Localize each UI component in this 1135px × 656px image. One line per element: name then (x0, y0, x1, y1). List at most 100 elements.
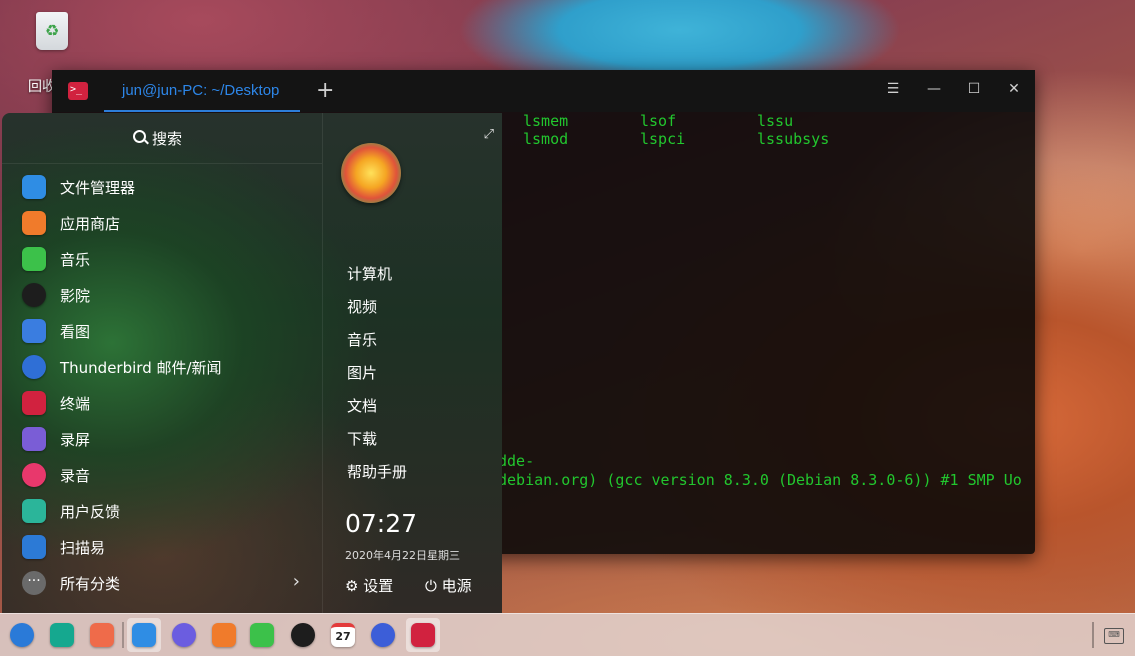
fullscreen-icon[interactable]: ⤢ (484, 127, 494, 142)
show-desktop-icon (90, 623, 114, 647)
command-name: lsof (640, 112, 677, 130)
command-name: lspci (640, 130, 686, 148)
app-item-app-store[interactable]: 应用商店 (2, 205, 322, 241)
voice-recorder-icon (22, 463, 46, 487)
avatar[interactable] (341, 143, 401, 203)
dock-item-file-manager[interactable] (127, 618, 161, 652)
command-name: lssubsys (757, 130, 830, 148)
app-label: 影院 (60, 287, 91, 305)
dock-item-show-desktop[interactable] (85, 618, 119, 652)
start-menu: 搜索 文件管理器 应用商店 音乐 影院 看图 Thunderbird 邮件/新闻… (2, 113, 502, 613)
maximize-icon[interactable]: ☐ (964, 81, 984, 97)
app-item-image-viewer[interactable]: 看图 (2, 313, 322, 349)
clock-date: 2020年4月22日星期三 (345, 549, 460, 562)
dock-item-app-store[interactable] (207, 618, 241, 652)
desktop: ♻ 回收站 >_ jun@jun-PC: ~/Desktop + ☰ — ☐ ✕… (0, 0, 1135, 656)
terminal-tab[interactable]: jun@jun-PC: ~/Desktop (104, 70, 300, 112)
app-item-voice-recorder[interactable]: 录音 (2, 457, 322, 493)
dock-separator (122, 622, 124, 648)
menu-icon[interactable]: ☰ (883, 81, 903, 97)
command-name: lssu (757, 112, 794, 130)
music-icon (22, 247, 46, 271)
dock-item-control-center[interactable] (366, 618, 400, 652)
search-label: 搜索 (152, 130, 183, 148)
all-categories-button[interactable]: ··· 所有分类 › (2, 565, 322, 601)
close-icon[interactable]: ✕ (1004, 81, 1024, 97)
tray-separator (1092, 622, 1094, 648)
app-label: 应用商店 (60, 215, 121, 233)
calendar-icon: 27 (331, 623, 355, 647)
app-item-file-manager[interactable]: 文件管理器 (2, 169, 322, 205)
output-line: debian.org) (gcc version 8.3.0 (Debian 8… (498, 471, 1022, 489)
more-icon: ··· (22, 571, 46, 595)
minimize-icon[interactable]: — (924, 81, 944, 97)
place-music[interactable]: 音乐 (347, 329, 377, 350)
thunderbird-icon (22, 355, 46, 379)
settings-button[interactable]: ⚙ 设置 (345, 575, 393, 596)
place-downloads[interactable]: 下载 (347, 428, 377, 449)
feedback-icon (22, 499, 46, 523)
all-categories-label: 所有分类 (60, 575, 121, 593)
app-item-movie[interactable]: 影院 (2, 277, 322, 313)
scanner-icon (22, 535, 46, 559)
dock-item-music[interactable] (245, 618, 279, 652)
dock-item-launcher[interactable] (5, 618, 39, 652)
chevron-right-icon: › (292, 571, 300, 592)
command-column: lsof lspci (640, 112, 685, 148)
app-store-icon (22, 211, 46, 235)
file-manager-icon (22, 175, 46, 199)
place-pictures[interactable]: 图片 (347, 362, 377, 383)
browser-icon (172, 623, 196, 647)
app-label: 用户反馈 (60, 503, 121, 521)
dock-item-browser[interactable] (167, 618, 201, 652)
terminal-app-icon: >_ (68, 82, 88, 100)
movie-icon (291, 623, 315, 647)
app-item-screen-recorder[interactable]: 录屏 (2, 421, 322, 457)
trash-icon: ♻ (36, 12, 68, 50)
screen-recorder-icon (22, 427, 46, 451)
output-line: dde- (498, 452, 535, 470)
dock-item-movie[interactable] (286, 618, 320, 652)
app-label: 终端 (60, 395, 91, 413)
app-list-panel: 搜索 文件管理器 应用商店 音乐 影院 看图 Thunderbird 邮件/新闻… (2, 113, 323, 613)
search-input[interactable]: 搜索 (2, 113, 322, 164)
terminal-icon (22, 391, 46, 415)
app-item-scanner[interactable]: 扫描易 (2, 529, 322, 565)
place-documents[interactable]: 文档 (347, 395, 377, 416)
power-label: 电源 (441, 577, 472, 595)
app-label: 看图 (60, 323, 91, 341)
place-videos[interactable]: 视频 (347, 296, 377, 317)
music-icon (250, 623, 274, 647)
power-button[interactable]: ⏻ 电源 (425, 575, 472, 596)
multitasking-icon (50, 623, 74, 647)
place-computer[interactable]: 计算机 (347, 263, 392, 284)
command-name: lsmod (523, 130, 569, 148)
trash-desktop-icon[interactable]: ♻ (22, 12, 82, 50)
app-item-feedback[interactable]: 用户反馈 (2, 493, 322, 529)
dock-item-multitasking[interactable] (45, 618, 79, 652)
movie-icon (22, 283, 46, 307)
settings-label: 设置 (363, 577, 394, 595)
clock-time: 07:27 (345, 509, 418, 538)
app-item-music[interactable]: 音乐 (2, 241, 322, 277)
terminal-tab-title: jun@jun-PC: ~/Desktop (122, 82, 280, 99)
command-column: lssu lssubsys (757, 112, 829, 148)
command-name: lsmem (523, 112, 569, 130)
gear-icon: ⚙ (345, 577, 359, 595)
image-viewer-icon (22, 319, 46, 343)
keyboard-icon[interactable]: ⌨ (1104, 628, 1124, 644)
dock-item-calendar[interactable]: 27 (326, 618, 360, 652)
launcher-icon (10, 623, 34, 647)
search-icon (133, 130, 146, 143)
terminal-titlebar[interactable]: >_ jun@jun-PC: ~/Desktop + ☰ — ☐ ✕ (52, 70, 1035, 112)
control-center-icon (371, 623, 395, 647)
dock-item-terminal[interactable] (406, 618, 440, 652)
place-help-manual[interactable]: 帮助手册 (347, 461, 407, 482)
app-item-terminal[interactable]: 终端 (2, 385, 322, 421)
power-icon: ⏻ (425, 577, 437, 595)
new-tab-button[interactable]: + (316, 78, 334, 103)
app-label: 扫描易 (60, 539, 106, 557)
app-label: 录屏 (60, 431, 91, 449)
app-item-thunderbird[interactable]: Thunderbird 邮件/新闻 (2, 349, 322, 385)
command-column: lsmem lsmod (523, 112, 568, 148)
